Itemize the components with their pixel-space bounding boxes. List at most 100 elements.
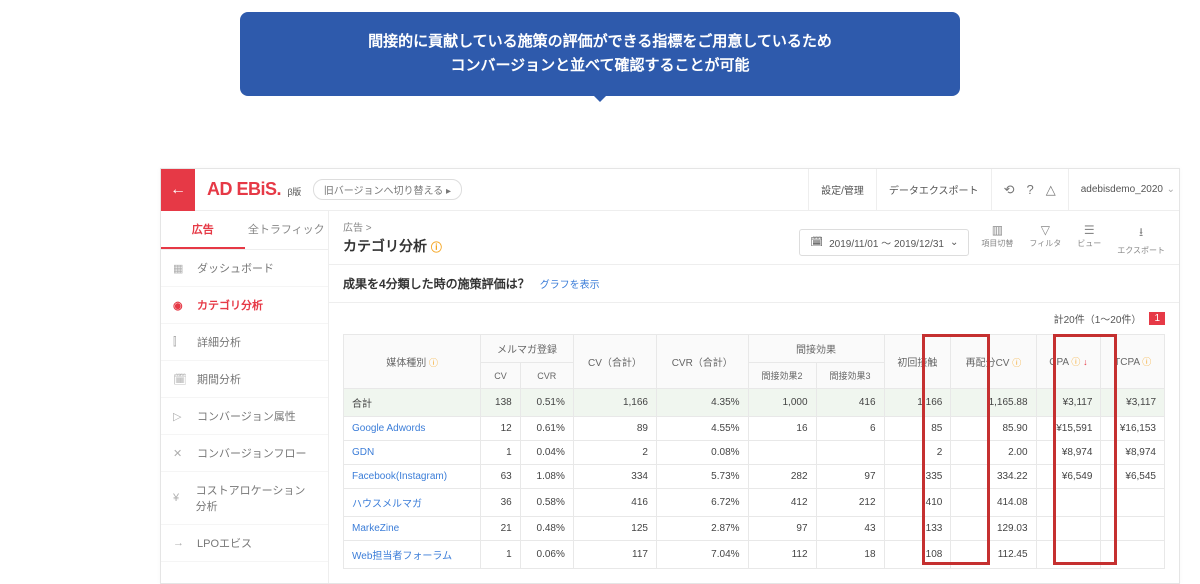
row-link[interactable]: MarkeZine <box>352 523 399 534</box>
export-button[interactable]: ⭳エクスポート <box>1117 223 1165 256</box>
col-first-touch[interactable]: 初回接触 <box>884 335 951 389</box>
help-icon[interactable]: ⓘ <box>1071 357 1080 367</box>
page-title-text: カテゴリ分析 <box>343 238 427 254</box>
filter-button[interactable]: ▽フィルタ <box>1029 223 1061 256</box>
row-link[interactable]: Google Adwords <box>352 423 425 434</box>
sidebar-item-3[interactable]: 🗓期間分析 <box>161 361 328 398</box>
tab-ad[interactable]: 広告 <box>161 211 245 249</box>
col-cpa[interactable]: CPA ⓘ ↓ <box>1036 335 1101 389</box>
download-icon: ⭳ <box>1139 223 1143 244</box>
cell-ind3: 43 <box>816 517 884 541</box>
cell-cv-total: 334 <box>573 465 656 489</box>
cell-redist: 112.45 <box>951 541 1036 569</box>
topbar-icons: ⟲ ? △ <box>991 169 1068 210</box>
view-button[interactable]: ☰ビュー <box>1077 223 1101 256</box>
sidebar-icon: ▦ <box>173 262 189 275</box>
help-icon[interactable]: ? <box>1026 182 1033 197</box>
row-link[interactable]: GDN <box>352 447 374 458</box>
breadcrumb: 広告 > <box>343 219 799 234</box>
cell-ind3 <box>816 441 884 465</box>
switch-version-link[interactable]: 旧バージョンへ切り替える ▸ <box>313 179 462 200</box>
notification-icon[interactable]: △ <box>1046 182 1056 198</box>
sidebar-item-0[interactable]: ▦ダッシュボード <box>161 250 328 287</box>
col-indirect-group: 間接効果 <box>748 335 884 363</box>
cell-tcpa <box>1101 489 1165 517</box>
result-count-row: 計20件（1～20件） 1 <box>329 303 1179 334</box>
main-content: 広告 > カテゴリ分析 ⓘ 🗓 2019/11/01 ～ 2019/12/31 … <box>329 211 1179 583</box>
table-wrap: 媒体種別 ⓘ メルマガ登録 CV（合計） CVR（合計） 間接効果 初回接触 再… <box>329 334 1179 583</box>
cell-cv: 63 <box>481 465 520 489</box>
cell-tcpa: ¥3,117 <box>1101 389 1165 417</box>
col-tcpa[interactable]: TCPA ⓘ <box>1101 335 1165 389</box>
cell-cvr-total: 0.08% <box>656 441 748 465</box>
sidebar-item-5[interactable]: ✕コンバージョンフロー <box>161 435 328 472</box>
data-export-link[interactable]: データエクスポート <box>876 169 991 210</box>
col-mailmag-group: メルマガ登録 <box>481 335 574 363</box>
cell-cvr: 0.48% <box>520 517 573 541</box>
col-cvr[interactable]: CVR <box>520 363 573 389</box>
sidebar-icon: 🗓 <box>173 373 189 386</box>
help-icon[interactable]: ⓘ <box>1012 358 1021 368</box>
cell-label: 合計 <box>344 389 481 417</box>
col-cv[interactable]: CV <box>481 363 520 389</box>
help-icon-title[interactable]: ⓘ <box>431 242 442 254</box>
cell-ind3: 18 <box>816 541 884 569</box>
sidebar-icon: ✕ <box>173 447 189 460</box>
date-range-picker[interactable]: 🗓 2019/11/01 ～ 2019/12/31 ⌄ <box>799 229 969 256</box>
settings-link[interactable]: 設定/管理 <box>808 169 876 210</box>
cell-cvr: 1.08% <box>520 465 573 489</box>
cell-ind2: 112 <box>748 541 816 569</box>
sidebar-label: 詳細分析 <box>197 334 241 350</box>
cell-redist: 129.03 <box>951 517 1036 541</box>
cell-first: 108 <box>884 541 951 569</box>
help-icon[interactable]: ⓘ <box>1142 357 1151 367</box>
cell-ind3: 6 <box>816 417 884 441</box>
cell-first: 410 <box>884 489 951 517</box>
sidebar-item-1[interactable]: ◉カテゴリ分析 <box>161 287 328 324</box>
col-redist-cv[interactable]: 再配分CV ⓘ <box>951 335 1036 389</box>
back-button[interactable]: ← <box>161 169 195 211</box>
cell-ind2: 16 <box>748 417 816 441</box>
calendar-icon: 🗓 <box>810 237 823 248</box>
cell-cvr: 0.06% <box>520 541 573 569</box>
cell-tcpa: ¥6,545 <box>1101 465 1165 489</box>
cell-redist: 85.90 <box>951 417 1036 441</box>
account-menu[interactable]: adebisdemo_2020 <box>1068 169 1179 210</box>
tab-all-traffic[interactable]: 全トラフィック <box>245 211 329 249</box>
col-cvr-total[interactable]: CVR（合計） <box>656 335 748 389</box>
cell-label: GDN <box>344 441 481 465</box>
cell-cv: 21 <box>481 517 520 541</box>
row-link[interactable]: Facebook(Instagram) <box>352 471 447 482</box>
show-graph-link[interactable]: グラフを表示 <box>540 276 600 291</box>
col-media[interactable]: 媒体種別 ⓘ <box>344 335 481 389</box>
col-cv-total[interactable]: CV（合計） <box>573 335 656 389</box>
sidebar-item-2[interactable]: ⫿詳細分析 <box>161 324 328 361</box>
cell-label: ハウスメルマガ <box>344 489 481 517</box>
row-link[interactable]: ハウスメルマガ <box>352 499 422 510</box>
page-number[interactable]: 1 <box>1149 312 1165 325</box>
col-indirect2[interactable]: 間接効果2 <box>748 363 816 389</box>
sort-desc-icon[interactable]: ↓ <box>1083 357 1088 367</box>
logo-text: AD EBiS. <box>207 179 281 199</box>
cell-tcpa: ¥8,974 <box>1101 441 1165 465</box>
table-row: Facebook(Instagram)631.08%3345.73%282973… <box>344 465 1165 489</box>
col-indirect3[interactable]: 間接効果3 <box>816 363 884 389</box>
cell-ind3: 416 <box>816 389 884 417</box>
cell-first: 2 <box>884 441 951 465</box>
subheader: 成果を4分類した時の施策評価は？ グラフを表示 <box>329 265 1179 303</box>
row-link[interactable]: Web担当者フォーラム <box>352 551 452 562</box>
logo: AD EBiS. β版 <box>195 179 313 200</box>
cell-cpa: ¥15,591 <box>1036 417 1101 441</box>
help-icon[interactable]: ⓘ <box>429 358 438 368</box>
sidebar-item-4[interactable]: ▷コンバージョン属性 <box>161 398 328 435</box>
callout-line2: コンバージョンと並べて確認することが可能 <box>280 54 920 78</box>
sidebar-item-7[interactable]: →LPOエビス <box>161 525 328 562</box>
cell-cv-total: 89 <box>573 417 656 441</box>
cell-tcpa <box>1101 541 1165 569</box>
refresh-icon[interactable]: ⟲ <box>1004 182 1015 198</box>
columns-button[interactable]: ▥項目切替 <box>981 223 1013 256</box>
sidebar-icon: ▷ <box>173 410 189 423</box>
sidebar-label: コストアロケーション分析 <box>196 482 316 514</box>
table-row: Web担当者フォーラム10.06%1177.04%11218108112.45 <box>344 541 1165 569</box>
sidebar-item-6[interactable]: ¥コストアロケーション分析 <box>161 472 328 525</box>
